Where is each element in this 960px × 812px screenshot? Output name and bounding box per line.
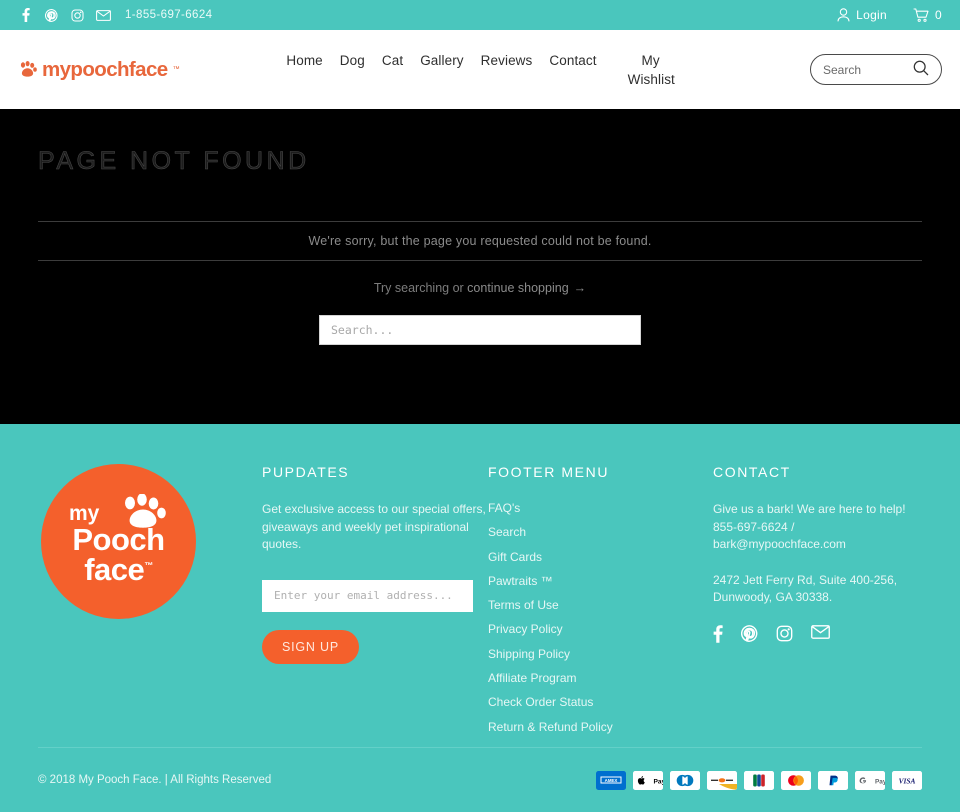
footer-logo-face-text: face <box>84 551 145 587</box>
cart-count: 0 <box>935 8 942 22</box>
try-prefix-text: Try searching or <box>373 281 468 295</box>
nav-item-dog[interactable]: Dog <box>340 51 365 70</box>
newsletter-form <box>262 579 488 612</box>
footer-logo-my: my <box>69 502 100 526</box>
facebook-icon[interactable] <box>18 8 33 23</box>
contact-address: 2472 Jett Ferry Rd, Suite 400-256, Dunwo… <box>713 572 898 605</box>
pinterest-icon[interactable] <box>44 8 59 23</box>
footer-pupdates-column: PUPDATES Get exclusive access to our spe… <box>262 464 488 744</box>
footer-logo-tm: ™ <box>144 560 153 571</box>
visa-icon: VISA <box>892 770 922 790</box>
nav-item-gallery[interactable]: Gallery <box>420 51 463 70</box>
facebook-icon[interactable] <box>713 624 723 643</box>
amex-icon: AMEX <box>596 770 626 790</box>
search-icon <box>913 60 929 79</box>
footer-link-gift-cards[interactable]: Gift Cards <box>488 550 713 564</box>
jcb-icon <box>744 770 774 790</box>
email-icon[interactable] <box>811 624 830 643</box>
footer-circle-logo[interactable]: my Pooch face™ <box>41 464 196 619</box>
payment-methods: AMEX Pay Pay VISA <box>596 770 922 790</box>
continue-shopping-link[interactable]: continue shopping <box>467 281 568 295</box>
svg-text:Pay: Pay <box>654 778 664 785</box>
logo-text: mypoochface <box>42 57 168 81</box>
cart-link[interactable]: 0 <box>913 8 942 22</box>
diners-club-icon <box>670 770 700 790</box>
footer-link-search[interactable]: Search <box>488 525 713 539</box>
footer-link-pawtraits[interactable]: Pawtraits ™ <box>488 574 713 588</box>
newsletter-email-input[interactable] <box>262 579 473 612</box>
footer-bottom-bar: © 2018 My Pooch Face. | All Rights Reser… <box>38 747 922 812</box>
user-icon <box>837 8 850 22</box>
signup-button[interactable]: SIGN UP <box>262 629 359 664</box>
error-search-area <box>38 315 922 345</box>
logo-trademark: ™ <box>172 66 180 73</box>
site-header: mypoochface ™ Home Dog Cat Gallery Revie… <box>0 30 960 109</box>
discover-icon <box>707 770 737 790</box>
svg-text:AMEX: AMEX <box>605 778 618 783</box>
svg-text:VISA: VISA <box>899 776 916 785</box>
site-footer: my Pooch face™ PUPDATES Get exclusive ac… <box>0 424 960 812</box>
topbar-phone[interactable]: 1-855-697-6624 <box>125 9 212 21</box>
footer-link-affiliate-program[interactable]: Affiliate Program <box>488 671 713 685</box>
try-searching-line: Try searching or continue shopping → <box>38 261 922 295</box>
footer-link-terms-of-use[interactable]: Terms of Use <box>488 598 713 612</box>
nav-item-reviews[interactable]: Reviews <box>481 51 533 70</box>
arrow-right-icon: → <box>573 281 587 295</box>
contact-heading: CONTACT <box>713 464 791 480</box>
footer-link-check-order-status[interactable]: Check Order Status <box>488 695 713 709</box>
footer-link-faqs[interactable]: FAQ's <box>488 501 713 515</box>
footer-social-links <box>713 624 922 643</box>
svg-text:Pay: Pay <box>875 778 885 785</box>
site-logo[interactable]: mypoochface ™ <box>18 58 180 82</box>
footer-logo-face: face™ <box>84 551 153 587</box>
footer-contact-column: CONTACT Give us a bark! We are here to h… <box>713 464 922 744</box>
pupdates-body: Get exclusive access to our special offe… <box>262 502 486 551</box>
pupdates-heading: PUPDATES <box>262 464 350 480</box>
apple-pay-icon: Pay <box>633 770 664 790</box>
footer-link-return-refund-policy[interactable]: Return & Refund Policy <box>488 720 713 734</box>
copyright-text: © 2018 My Pooch Face. | All Rights Reser… <box>38 774 272 786</box>
footer-menu-column: FOOTER MENU FAQ's Search Gift Cards Pawt… <box>488 464 713 744</box>
google-pay-icon: Pay <box>855 770 885 790</box>
email-icon[interactable] <box>96 8 111 23</box>
login-link[interactable]: Login <box>837 8 887 22</box>
mastercard-icon <box>781 770 811 790</box>
top-bar: 1-855-697-6624 Login 0 <box>0 0 960 30</box>
nav-item-cat[interactable]: Cat <box>382 51 403 70</box>
footer-link-privacy-policy[interactable]: Privacy Policy <box>488 622 713 636</box>
topbar-social-links <box>18 8 111 23</box>
contact-help-text: Give us a bark! We are here to help! 855… <box>713 502 906 551</box>
cart-icon <box>913 8 929 22</box>
header-search-input[interactable] <box>823 62 913 77</box>
error-message: We're sorry, but the page you requested … <box>308 234 652 248</box>
nav-item-home[interactable]: Home <box>286 51 322 70</box>
header-search-button[interactable] <box>913 60 929 79</box>
pinterest-icon[interactable] <box>741 624 758 643</box>
topbar-account-area: Login 0 <box>837 8 942 22</box>
login-label: Login <box>856 8 888 22</box>
page-title: PAGE NOT FOUND <box>38 147 310 176</box>
paw-icon <box>121 493 167 533</box>
footer-logo-column: my Pooch face™ <box>38 464 262 744</box>
error-main: PAGE NOT FOUND We're sorry, but the page… <box>0 109 960 424</box>
header-search-box[interactable] <box>810 54 942 85</box>
paw-icon <box>18 61 37 78</box>
nav-item-contact[interactable]: Contact <box>549 51 596 70</box>
nav-item-my-wishlist[interactable]: My Wishlist <box>628 51 675 89</box>
paypal-icon <box>818 770 848 790</box>
footer-columns: my Pooch face™ PUPDATES Get exclusive ac… <box>38 424 922 744</box>
instagram-icon[interactable] <box>776 625 793 643</box>
footer-menu-heading: FOOTER MENU <box>488 464 610 480</box>
instagram-icon[interactable] <box>70 8 85 23</box>
footer-link-shipping-policy[interactable]: Shipping Policy <box>488 647 713 661</box>
error-search-input[interactable] <box>319 315 641 345</box>
